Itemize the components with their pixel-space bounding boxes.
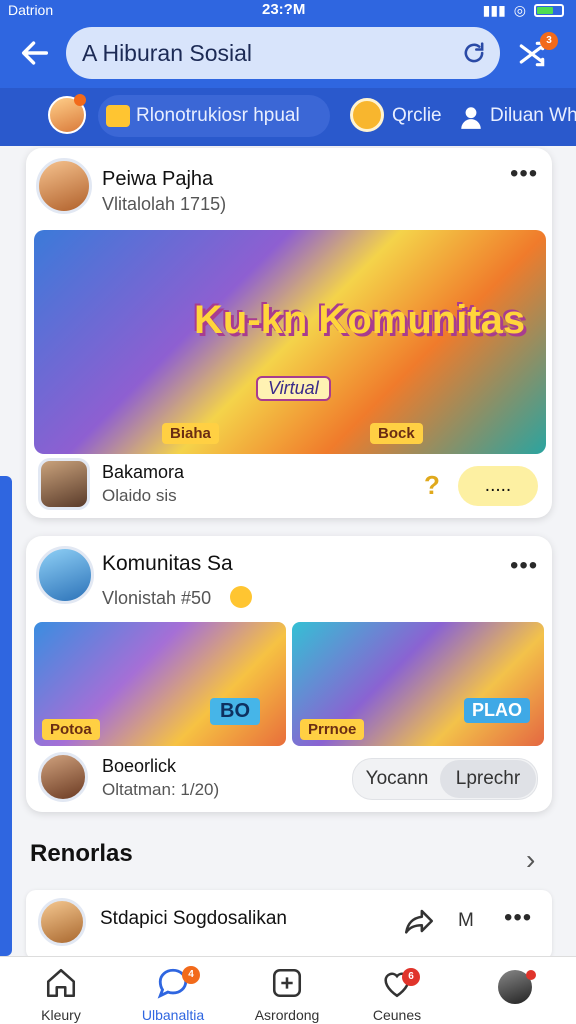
nav-create[interactable]: Asrordong bbox=[232, 960, 342, 1023]
image-sign: PLAO bbox=[464, 698, 531, 723]
calendar-icon bbox=[106, 105, 130, 127]
person-icon[interactable] bbox=[458, 104, 484, 130]
nav-label: Asrordong bbox=[254, 1007, 320, 1023]
post-image-left[interactable]: Potoa BO bbox=[34, 622, 286, 746]
carrier-label: Datrion bbox=[8, 2, 54, 18]
nav-badge: 6 bbox=[402, 968, 420, 986]
more-options-icon[interactable]: ••• bbox=[504, 904, 532, 932]
image-sign: BO bbox=[210, 698, 260, 725]
nav-chat[interactable]: Ulbanaltia bbox=[118, 960, 228, 1023]
post-card[interactable]: Peiwa Pajha Vlitalolah 1715) ••• Ku-kn K… bbox=[26, 148, 552, 518]
comment-author[interactable]: Boeorlick bbox=[102, 756, 176, 777]
nav-label: Kleury bbox=[41, 1007, 81, 1023]
banner-subtitle: Virtual bbox=[256, 376, 331, 401]
banner-title: Ku-kn Komunitas bbox=[194, 298, 526, 342]
list-item-avatar[interactable] bbox=[38, 898, 86, 946]
list-item-letter: M bbox=[458, 910, 474, 931]
nav-badge: 4 bbox=[182, 966, 200, 984]
post-author-name[interactable]: Peiwa Pajha bbox=[102, 168, 213, 191]
signal-icon: ▮▮▮ bbox=[482, 2, 506, 18]
reply-button[interactable]: ..... bbox=[458, 466, 538, 506]
follow-button[interactable]: Yocann bbox=[356, 760, 438, 798]
home-icon bbox=[46, 968, 76, 998]
image-tag: Potoa bbox=[42, 719, 100, 740]
plus-square-icon bbox=[272, 968, 302, 998]
nav-label: Ceunes bbox=[372, 1007, 422, 1023]
nav-profile[interactable] bbox=[460, 960, 570, 1006]
tab-following[interactable]: Diluan Wh bbox=[490, 105, 576, 127]
post-card[interactable]: Komunitas Sa Vlonistah #50 ••• Potoa BO … bbox=[26, 536, 552, 812]
comment-author[interactable]: Bakamora bbox=[102, 462, 184, 483]
question-icon[interactable]: ? bbox=[424, 470, 440, 501]
post-author-avatar[interactable] bbox=[36, 158, 92, 214]
profile-status-dot bbox=[526, 970, 536, 980]
post-meta: Vlonistah #50 bbox=[102, 588, 212, 608]
nav-home[interactable]: Kleury bbox=[6, 960, 116, 1023]
tab-quick[interactable]: Qrclie bbox=[392, 105, 442, 127]
chevron-right-icon[interactable]: › bbox=[526, 844, 535, 876]
battery-icon bbox=[534, 4, 564, 17]
share-icon[interactable] bbox=[402, 904, 436, 938]
tab-label: Rlonotrukiosr hpual bbox=[136, 105, 300, 126]
post-meta: Vlitalolah 1715) bbox=[102, 194, 227, 214]
wifi-icon: ◎ bbox=[513, 2, 526, 18]
clock-icon[interactable] bbox=[350, 98, 384, 132]
comment-subtitle: Oltatman: 1/20) bbox=[102, 780, 220, 799]
status-bar: Datrion 23:?M ▮▮▮ ◎ bbox=[0, 0, 576, 22]
comment-avatar[interactable] bbox=[38, 458, 90, 510]
post-author-avatar[interactable] bbox=[36, 546, 94, 604]
comment-subtitle: Olaido sis bbox=[102, 486, 177, 505]
banner-tag-left: Biaha bbox=[162, 423, 219, 444]
search-text[interactable]: A Hiburan Sosial bbox=[82, 40, 252, 67]
comment-avatar[interactable] bbox=[38, 752, 88, 802]
back-arrow-icon[interactable] bbox=[18, 36, 52, 70]
post-image-right[interactable]: Prrnoe PLAO bbox=[292, 622, 544, 746]
banner-tag-right: Bock bbox=[370, 423, 423, 444]
search-input[interactable]: A Hiburan Sosial bbox=[66, 27, 500, 79]
section-title: Renorlas bbox=[30, 840, 133, 867]
post-author-name[interactable]: Komunitas Sa bbox=[102, 552, 233, 576]
refresh-icon[interactable] bbox=[460, 39, 488, 67]
list-item-title[interactable]: Stdapici Sogdosalikan bbox=[100, 908, 287, 930]
join-button[interactable]: Lprechr bbox=[440, 760, 536, 798]
time-label: 23:?M bbox=[262, 1, 306, 18]
post-banner-image[interactable]: Ku-kn Komunitas Virtual Biaha Bock bbox=[34, 230, 546, 454]
more-options-icon[interactable]: ••• bbox=[510, 552, 538, 580]
smile-icon bbox=[230, 586, 252, 608]
notification-badge: 3 bbox=[540, 32, 558, 50]
nav-activity[interactable]: Ceunes bbox=[342, 960, 452, 1023]
image-tag: Prrnoe bbox=[300, 719, 365, 740]
scroll-accent bbox=[0, 476, 12, 956]
tab-recommendations[interactable]: Rlonotrukiosr hpual bbox=[98, 95, 330, 137]
nav-label: Ulbanaltia bbox=[141, 1007, 205, 1023]
avatar-badge bbox=[74, 94, 86, 106]
list-item[interactable]: Stdapici Sogdosalikan M ••• bbox=[26, 890, 552, 960]
more-options-icon[interactable]: ••• bbox=[510, 160, 538, 188]
